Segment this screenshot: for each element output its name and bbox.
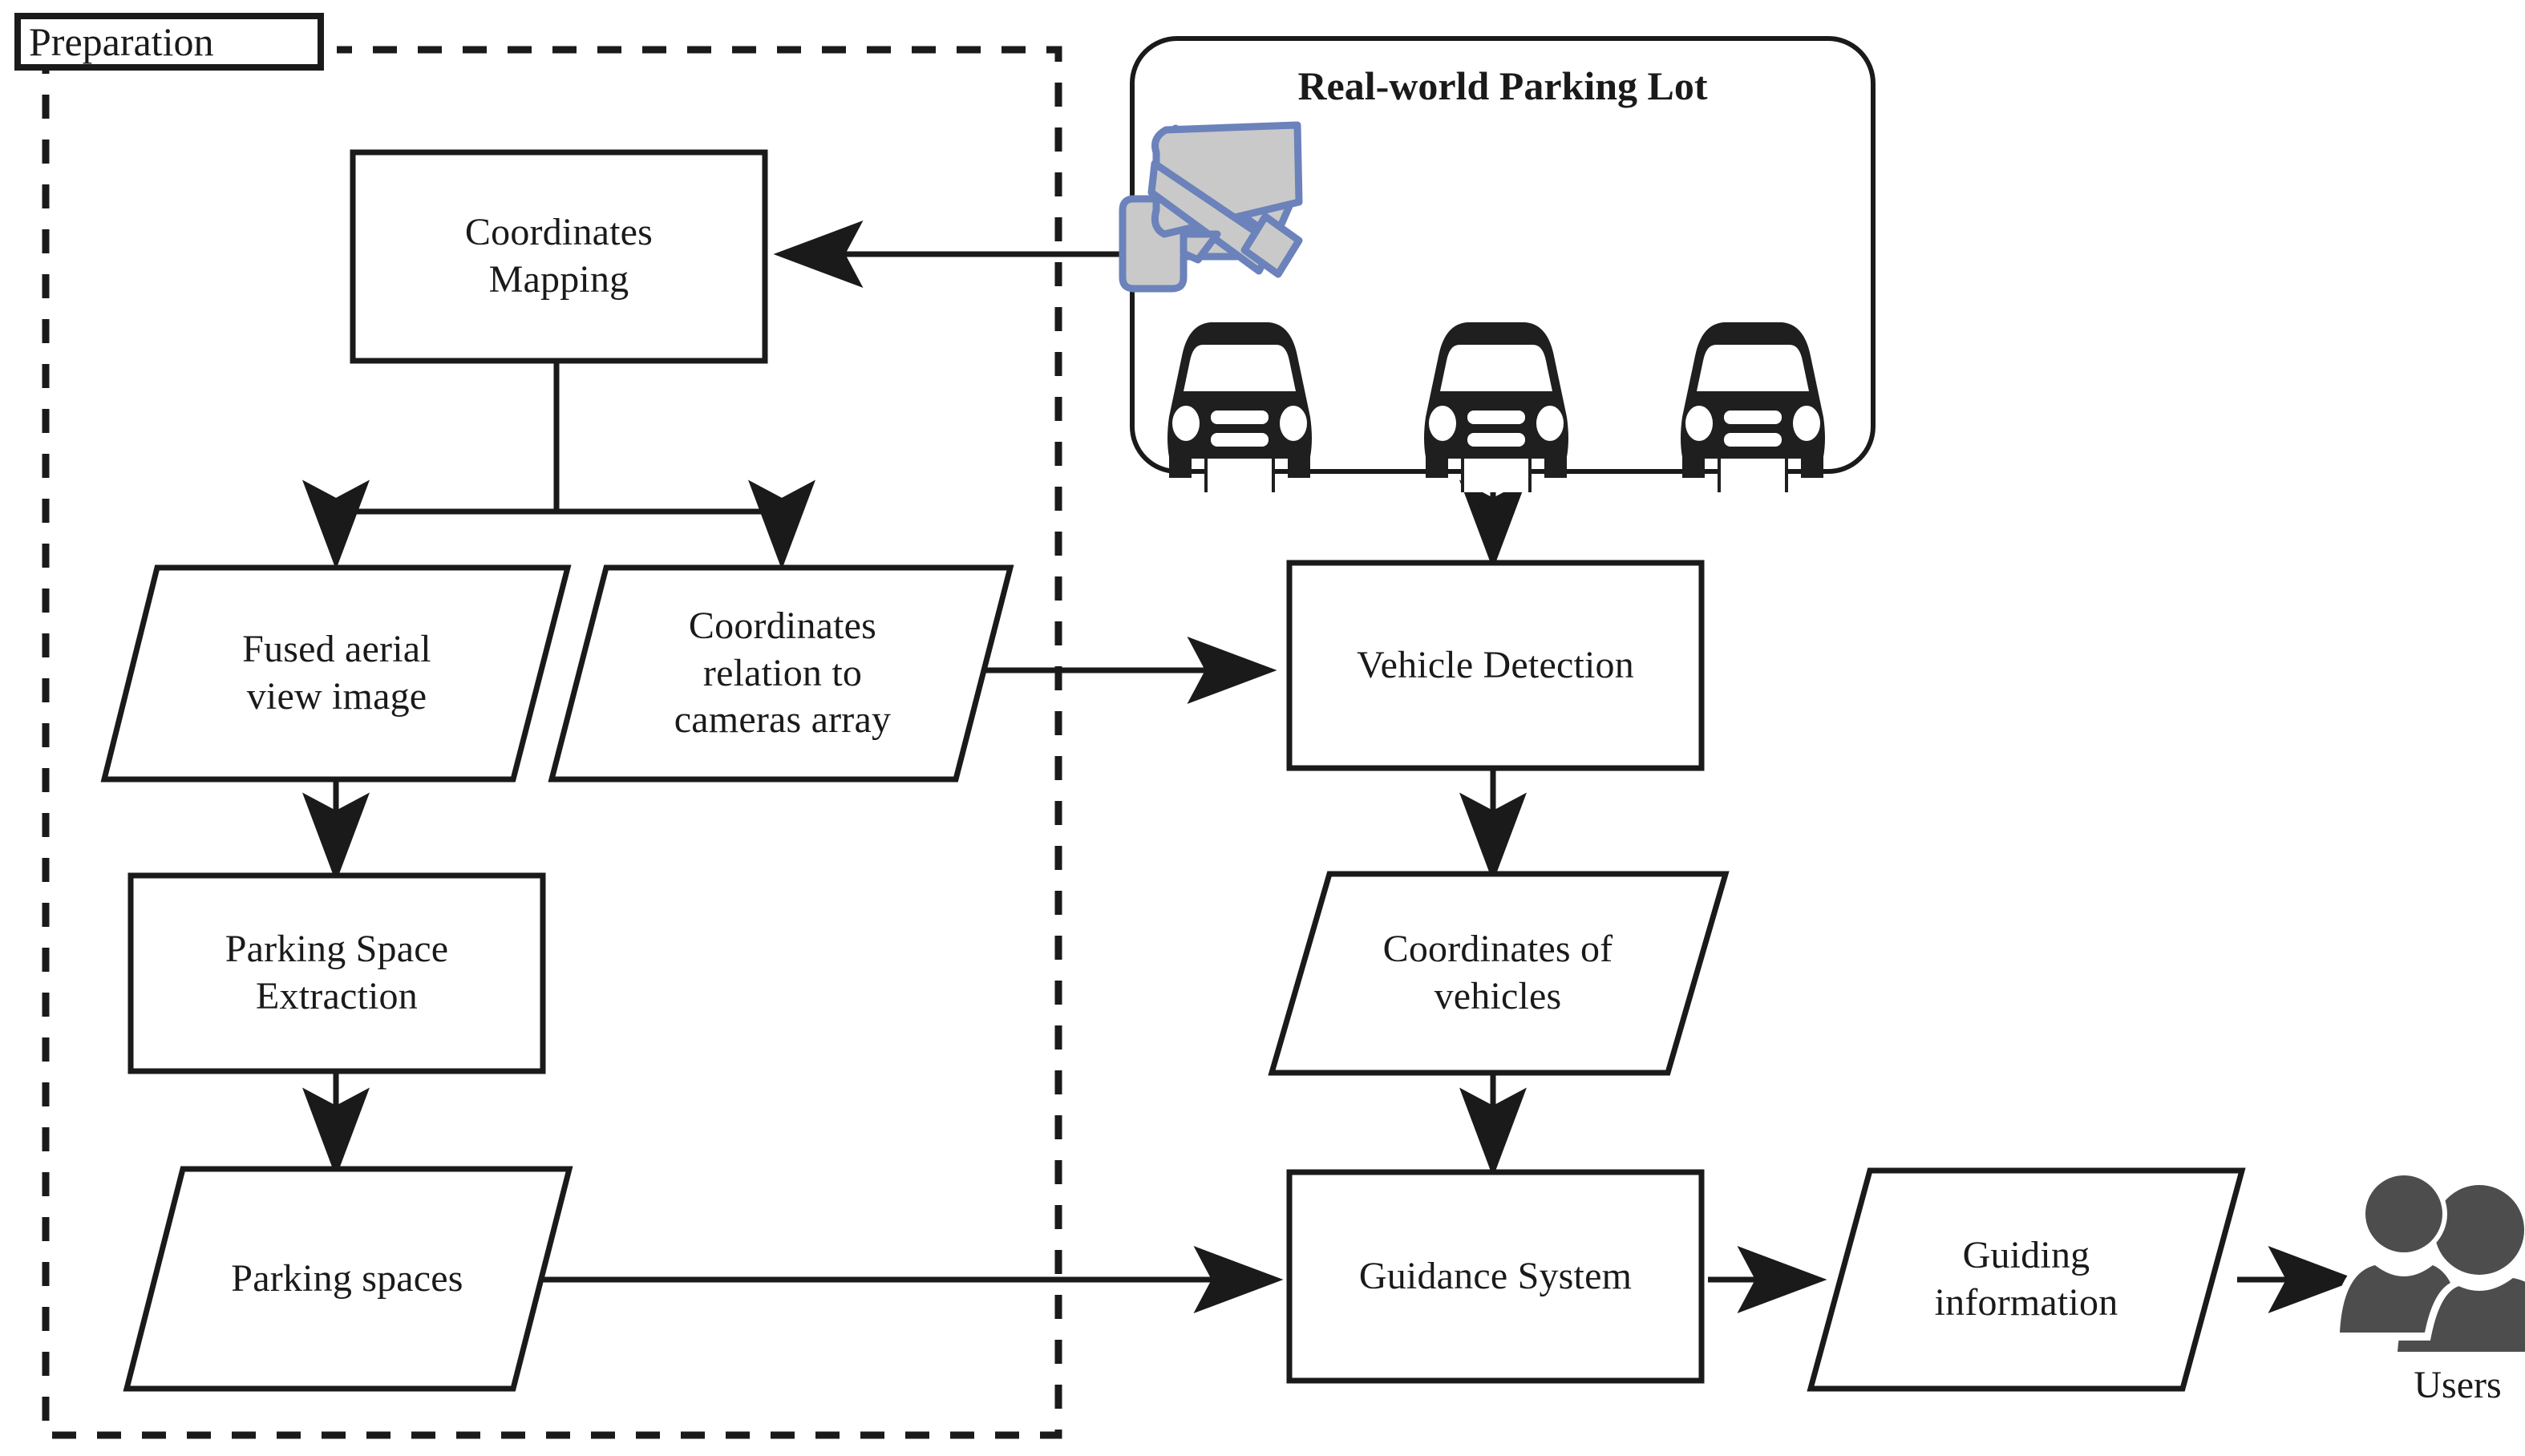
node-coordinates-mapping — [350, 149, 768, 364]
node-guidance-system — [1286, 1169, 1705, 1384]
node-fused-aerial-view-image — [100, 564, 572, 783]
node-guiding-information — [1807, 1167, 2246, 1392]
car-icon — [1424, 322, 1568, 492]
diagram-vector-layer — [14, 13, 2525, 1439]
node-coordinates-relation-to-cameras-array — [548, 564, 1014, 783]
users-label: Users — [2414, 1364, 2502, 1406]
users-icon — [2331, 1171, 2525, 1352]
node-parking-space-extraction — [127, 872, 546, 1074]
node-vehicle-detection — [1286, 560, 1705, 771]
edge-coordinates-mapping-split — [302, 361, 815, 570]
node-coordinates-of-vehicles — [1268, 871, 1730, 1076]
car-icon — [1167, 322, 1312, 492]
flowchart-canvas: Preparation Real-world Parking Lot Coord… — [0, 0, 2525, 1456]
parking-lot-title: Real-world Parking Lot — [1297, 63, 1708, 108]
node-parking-spaces — [123, 1166, 573, 1392]
car-icon — [1681, 322, 1825, 492]
preparation-zone-label: Preparation — [29, 19, 214, 64]
